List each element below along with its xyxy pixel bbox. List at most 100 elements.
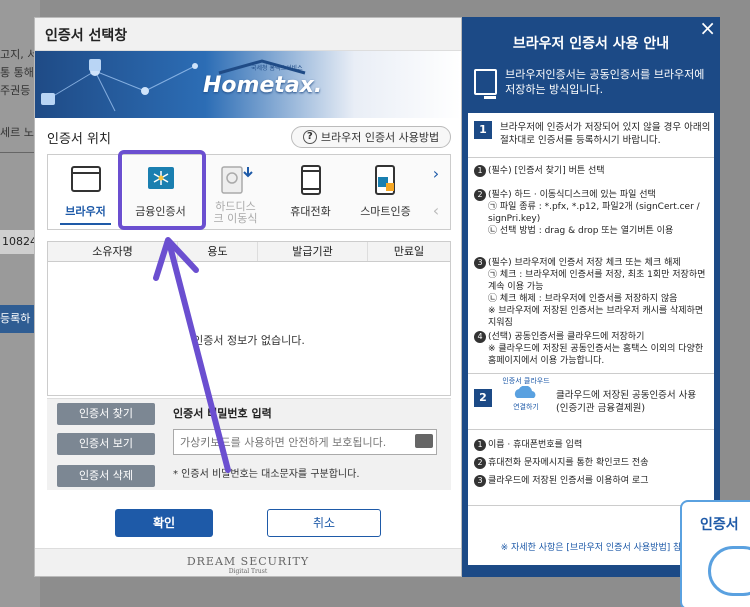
divider <box>468 505 714 506</box>
browser-window-icon <box>70 166 101 192</box>
dialog-title: 인증서 선택창 <box>35 18 461 51</box>
item-number: 3 <box>474 257 486 269</box>
divider <box>468 157 714 158</box>
location-label: 브라우저 <box>65 205 106 218</box>
item-text: (필수) 브라우저에 인증서 저장 체크 또는 체크 해제 <box>488 258 681 268</box>
guide-step-1: 1 브라우저에 인증서가 저장되어 있지 않을 경우 아래의 절차대로 인증서를… <box>474 121 714 147</box>
item-sub: ※ 브라우저에 저장된 인증서는 브라우저 캐시를 삭제하면 지워짐 <box>488 306 704 328</box>
item-text: (필수) [인증서 찾기] 버튼 선택 <box>488 166 605 176</box>
logo-wordmark: Hometax. <box>203 73 323 98</box>
hard-disk-icon <box>220 166 253 194</box>
item-number: 2 <box>474 457 486 469</box>
monitor-icon <box>474 69 498 99</box>
step-number: 1 <box>474 121 492 139</box>
location-smart-auth[interactable]: 스마트인증 <box>348 155 423 229</box>
item-text: 이름 · 휴대폰번호를 입력 <box>488 440 583 450</box>
smart-auth-icon <box>374 165 395 195</box>
mobile-phone-icon <box>300 165 321 195</box>
password-note: * 인증서 비밀번호는 대소문자를 구분합니다. <box>173 469 360 480</box>
guide-item: 1 이름 · 휴대폰번호를 입력 <box>474 439 710 451</box>
background-text: 세르 노 <box>0 126 34 139</box>
ok-button[interactable]: 확인 <box>115 509 213 537</box>
guide-item: 1 (필수) [인증서 찾기] 버튼 선택 <box>474 165 710 177</box>
question-icon: ? <box>302 130 317 144</box>
guide-item: 3 (필수) 브라우저에 인증서 저장 체크 또는 체크 해제 ㉠ 체크 : 브라… <box>474 257 710 329</box>
certificate-actions-panel: 인증서 찾기 인증서 보기 인증서 삭제 인증서 비밀번호 입력 * 인증서 비… <box>47 398 451 490</box>
hometax-banner: 국세청 홈택스서비스 Hometax. <box>35 51 461 118</box>
background-text: 고지, 서 <box>0 48 38 61</box>
guide-footer-link[interactable]: ※ 자세한 사항은 [브라우저 인증서 사용방법] 참 <box>468 540 714 553</box>
find-certificate-button[interactable]: 인증서 찾기 <box>57 403 155 425</box>
hometax-logo: 국세청 홈택스서비스 Hometax. <box>203 59 323 111</box>
footer-tag: Digital Trust <box>228 568 268 575</box>
item-sub: ㉡ 체크 해제 : 브라우저에 인증서를 저장하지 않음 <box>488 294 678 304</box>
chevron-right-icon[interactable]: › <box>433 164 439 183</box>
view-certificate-button[interactable]: 인증서 보기 <box>57 433 155 455</box>
guide-title: 브라우저 인증서 사용 안내 <box>512 36 670 52</box>
popup-title: 인증서 <box>700 517 739 533</box>
certificate-popup[interactable]: 인증서 <box>680 500 750 607</box>
item-sub: ※ 클라우드에 저장된 공동인증서는 홈택스 이외의 다양한 홈페이지에서 이용… <box>488 344 704 366</box>
item-number: 1 <box>474 439 486 451</box>
divider <box>468 373 714 374</box>
background-text: 주권등 <box>0 84 31 97</box>
cancel-button[interactable]: 취소 <box>267 509 381 537</box>
table-header: 소유자명 용도 발급기관 만료일 <box>48 242 450 262</box>
certificate-dialog: 인증서 선택창 국세청 홈택스서비스 Hometax. 인증서 위치 ? 브라우… <box>34 17 462 577</box>
guide-intro: 브라우저인증서는 공동인증서를 브라우저에 저장하는 방식입니다. <box>474 61 710 103</box>
virtual-keyboard-icon[interactable] <box>415 434 433 448</box>
item-number: 1 <box>474 165 486 177</box>
item-sub: ㉡ 선택 방법 : drag & drop 또는 열기버튼 이용 <box>488 226 674 236</box>
dream-security-footer: DREAM SECURITY Digital Trust <box>35 548 461 576</box>
item-sub: ㉠ 체크 : 브라우저에 인증서를 저장, 최초 1회만 저장하면 계속 이용 … <box>488 270 706 292</box>
item-number: 3 <box>474 475 486 487</box>
item-text: 휴대전화 문자메시지를 통한 확인코드 전송 <box>488 458 649 468</box>
guide-item: 2 (필수) 하드 · 이동식디스크에 있는 파일 선택 ㉠ 파일 종류 : *.… <box>474 189 710 237</box>
divider <box>468 429 714 430</box>
certificate-location-bar: 브라우저 금융인증서 하드디스크 이동식 휴대전화 스마트인증 › ‹ <box>47 154 451 230</box>
item-number: 4 <box>474 331 486 343</box>
location-label: 하드디스크 이동식 <box>213 200 258 225</box>
cloud-icon <box>514 385 536 398</box>
step-number: 2 <box>474 389 492 407</box>
column-issuer[interactable]: 발급기관 <box>258 242 368 261</box>
browser-cert-help-button[interactable]: ? 브라우저 인증서 사용방법 <box>291 126 451 148</box>
footer-brand: DREAM SECURITY <box>186 555 310 568</box>
location-browser[interactable]: 브라우저 <box>48 155 123 229</box>
location-hard-disk[interactable]: 하드디스크 이동식 <box>198 155 273 229</box>
guide-item: 2 휴대전화 문자메시지를 통한 확인코드 전송 <box>474 457 710 469</box>
cloud-connect-label: 연결하기 <box>513 403 539 411</box>
item-sub: ㉠ 파일 종류 : *.pfx, *.p12, 파일2개 (signCert.c… <box>488 202 700 224</box>
guide-intro-text: 브라우저인증서는 공동인증서를 브라우저에 저장하는 방식입니다. <box>505 68 705 96</box>
guide-item: 4 (선택) 공동인증서를 클라우드에 저장하기 ※ 클라우드에 저장된 공동인증… <box>474 331 710 367</box>
background-text: 통 통해 <box>0 66 34 79</box>
step-1-title: 브라우저에 인증서가 저장되어 있지 않을 경우 아래의 절차대로 인증서를 등… <box>500 122 711 146</box>
chevron-left-icon[interactable]: ‹ <box>433 201 439 220</box>
delete-certificate-button[interactable]: 인증서 삭제 <box>57 465 155 487</box>
item-text: 클라우드에 저장된 인증서를 이용하여 로그 <box>488 476 649 486</box>
column-usage[interactable]: 용도 <box>178 242 258 261</box>
item-text: (필수) 하드 · 이동식디스크에 있는 파일 선택 <box>488 190 656 200</box>
certificate-table: 소유자명 용도 발급기관 만료일 인증서 정보가 없습니다. <box>47 241 451 396</box>
network-decoration-icon <box>41 59 198 112</box>
logo-subtitle: 국세청 홈택스서비스 <box>251 65 303 72</box>
location-label: 휴대전화 <box>290 205 331 218</box>
guide-step-2: 2 <box>474 389 492 407</box>
item-text: (선택) 공동인증서를 클라우드에 저장하기 <box>488 332 645 342</box>
browser-cert-guide-panel: × 브라우저 인증서 사용 안내 브라우저인증서는 공동인증서를 브라우저에 저… <box>462 17 720 577</box>
cert-cloud-badge[interactable]: 인증서 클라우드 연결하기 <box>502 377 550 417</box>
password-label: 인증서 비밀번호 입력 <box>173 407 272 420</box>
empty-message: 인증서 정보가 없습니다. <box>193 334 305 347</box>
item-number: 2 <box>474 189 486 201</box>
cloud-icon <box>708 546 750 596</box>
cloud-label: 인증서 클라우드 <box>502 377 550 385</box>
location-nav: › ‹ <box>423 155 449 229</box>
guide-body: 1 브라우저에 인증서가 저장되어 있지 않을 경우 아래의 절차대로 인증서를… <box>468 113 714 565</box>
column-owner[interactable]: 소유자명 <box>48 242 178 261</box>
column-expiry[interactable]: 만료일 <box>368 242 450 261</box>
help-button-label: 브라우저 인증서 사용방법 <box>320 131 440 144</box>
location-mobile-phone[interactable]: 휴대전화 <box>273 155 348 229</box>
password-input[interactable] <box>173 429 437 455</box>
location-label: 스마트인증 <box>360 205 411 218</box>
certificate-location-label: 인증서 위치 <box>47 132 111 147</box>
